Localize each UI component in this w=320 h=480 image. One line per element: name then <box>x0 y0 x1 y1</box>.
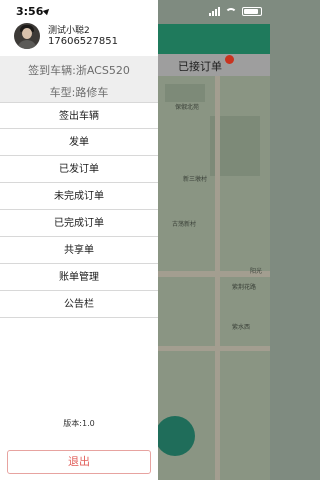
drawer-menu: 签出车辆 发单 已发订单 未完成订单 已完成订单 共享单 账单管理 公告栏 <box>0 102 158 318</box>
map-label: 紫荆花路 <box>232 284 257 291</box>
vehicle-type: 车型:路修车 <box>49 86 109 99</box>
locate-button[interactable] <box>155 416 195 456</box>
status-time: 3:56 <box>16 5 44 18</box>
menu-item-bill-management[interactable]: 账单管理 <box>0 264 158 291</box>
menu-item-incomplete-orders[interactable]: 未完成订单 <box>0 183 158 210</box>
menu-item-checkout-vehicle[interactable]: 签出车辆 <box>0 102 158 129</box>
tab-accepted-orders[interactable]: 已接订单 <box>178 58 222 74</box>
app-version: 版本:1.0 <box>63 419 95 428</box>
map-label: 阳光 <box>250 268 263 275</box>
map-label: 古荡新村 <box>172 221 197 228</box>
map-label: 保俶北苑 <box>175 104 200 111</box>
side-drawer: 3:56 测试小聪2 17606527851 签到车辆:浙ACS520 车型:路… <box>0 0 158 480</box>
menu-item-create-order[interactable]: 发单 <box>0 129 158 156</box>
signal-icon <box>209 7 220 16</box>
status-icons <box>209 7 262 16</box>
location-arrow-icon <box>42 6 52 16</box>
drawer-status-bar: 3:56 <box>0 0 158 22</box>
phone-number: 17606527851 <box>48 36 118 47</box>
menu-item-bulletin-board[interactable]: 公告栏 <box>0 291 158 318</box>
battery-icon <box>242 7 262 16</box>
menu-item-completed-orders[interactable]: 已完成订单 <box>0 210 158 237</box>
vehicle-info: 签到车辆:浙ACS520 车型:路修车 <box>0 56 158 102</box>
tab-badge <box>225 55 234 64</box>
logout-button[interactable]: 退出 <box>7 450 151 474</box>
map-label: 紫水西 <box>232 324 251 331</box>
menu-item-shared-orders[interactable]: 共享单 <box>0 237 158 264</box>
menu-item-sent-orders[interactable]: 已发订单 <box>0 156 158 183</box>
map-label: 新三墩村 <box>183 176 208 183</box>
user-profile[interactable]: 测试小聪2 17606527851 <box>0 20 158 52</box>
vehicle-plate: 签到车辆:浙ACS520 <box>28 64 130 77</box>
avatar[interactable] <box>14 23 40 49</box>
wifi-icon <box>225 7 237 16</box>
username: 测试小聪2 <box>48 26 90 36</box>
